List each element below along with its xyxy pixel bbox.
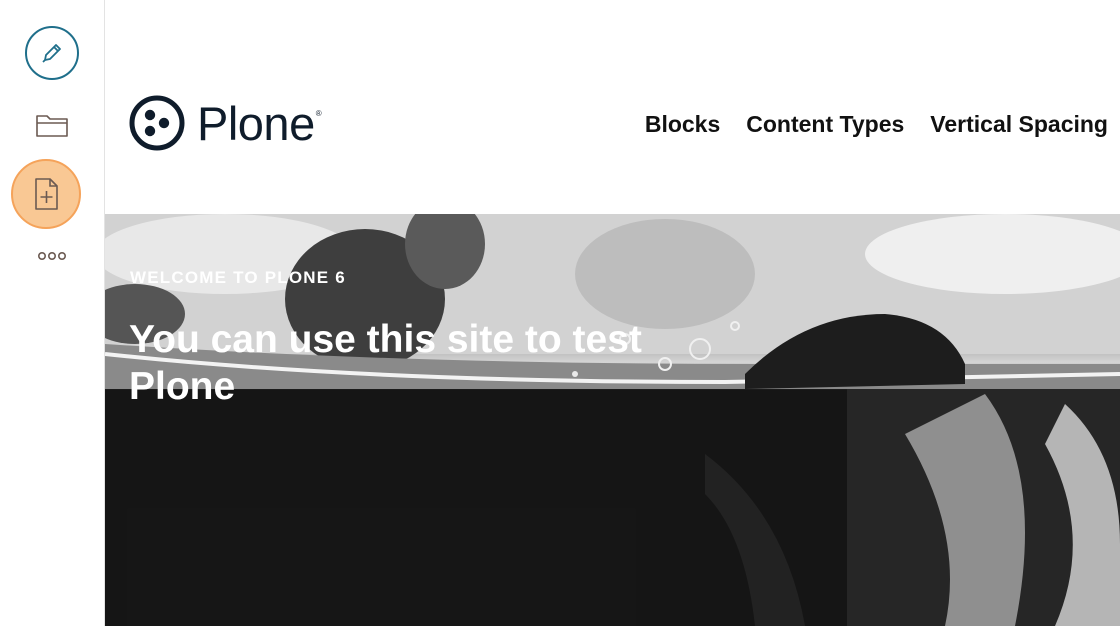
- edit-button[interactable]: [25, 26, 79, 80]
- folder-icon: [36, 115, 68, 137]
- contents-button[interactable]: [30, 105, 74, 145]
- nav-item-blocks[interactable]: Blocks: [645, 111, 720, 138]
- plone-logo-icon: [129, 95, 185, 151]
- logo-registered-mark: ®: [315, 109, 322, 118]
- add-document-icon: [35, 178, 58, 210]
- more-dots-icon: [37, 251, 66, 261]
- nav-item-content-types[interactable]: Content Types: [746, 111, 904, 138]
- pencil-icon: [42, 44, 61, 63]
- hero-text-panel: [105, 390, 847, 626]
- more-button[interactable]: [30, 243, 74, 269]
- site-header: Plone ® Blocks Content Types Vertical Sp…: [105, 0, 1120, 214]
- nav-item-vertical-spacing[interactable]: Vertical Spacing: [930, 111, 1108, 138]
- main-navigation: Blocks Content Types Vertical Spacing: [645, 111, 1108, 138]
- logo-text: Plone: [197, 96, 315, 150]
- hero-kicker: WELCOME TO PLONE 6: [130, 268, 346, 287]
- hero-title: You can use this site to test Plone: [129, 318, 642, 408]
- edit-toolbar: [0, 0, 105, 626]
- site-logo[interactable]: Plone ®: [129, 95, 322, 151]
- add-button[interactable]: [11, 159, 81, 229]
